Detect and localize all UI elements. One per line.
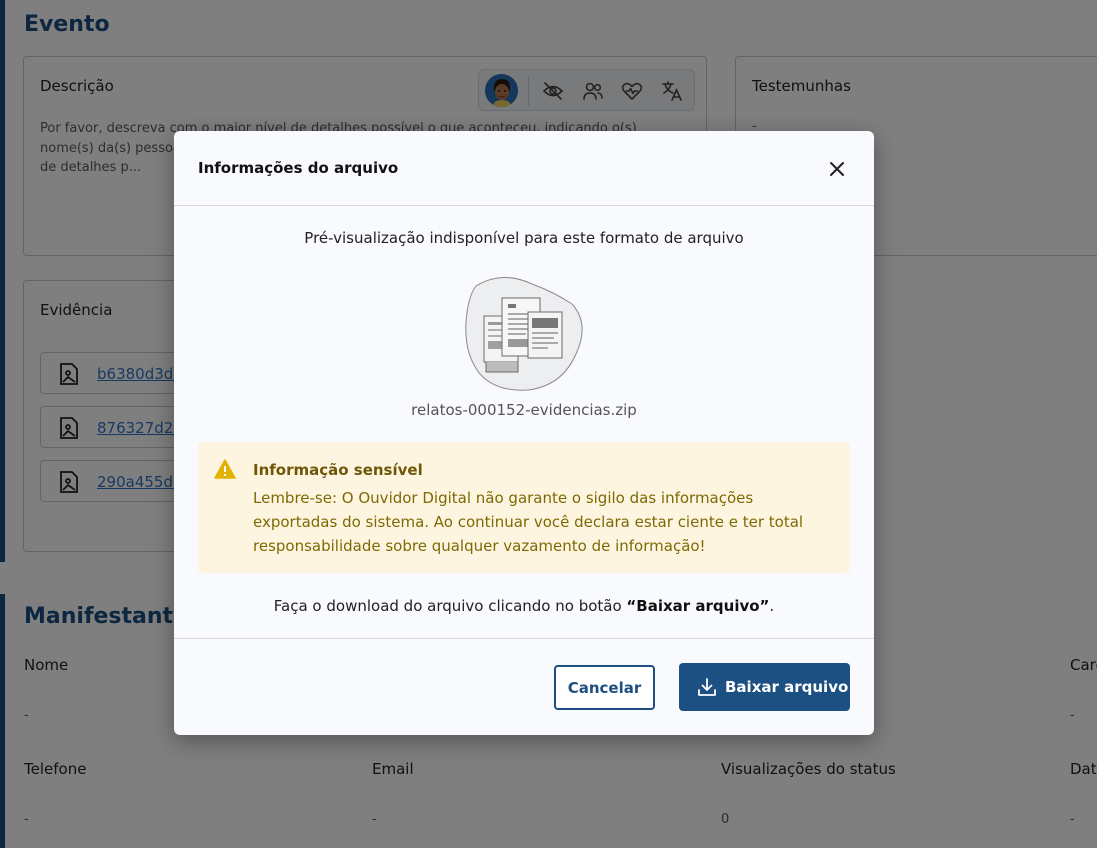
close-icon[interactable]: [824, 156, 850, 182]
modal-footer-divider: [174, 638, 874, 639]
preview-unavailable-text: Pré-visualização indisponível para este …: [304, 229, 744, 247]
download-text-bold: “Baixar arquivo”: [626, 597, 770, 615]
cancel-button[interactable]: Cancelar: [554, 665, 655, 710]
warning-icon: [214, 459, 236, 479]
download-button-label: Baixar arquivo: [725, 678, 849, 696]
download-instructions: Faça o download do arquivo clicando no b…: [174, 597, 874, 615]
alert-title: Informação sensível: [253, 461, 423, 479]
download-text-prefix: Faça o download do arquivo clicando no b…: [273, 597, 627, 615]
download-icon: [697, 677, 717, 697]
file-name: relatos-000152-evidencias.zip: [411, 401, 637, 419]
alert-body: Lembre-se: O Ouvidor Digital não garante…: [253, 489, 804, 555]
modal-header-divider: [174, 205, 874, 206]
sensitive-info-alert: Informação sensível Lembre-se: O Ouvidor…: [198, 442, 850, 573]
file-info-modal: Informações do arquivo Pré-visualização …: [174, 131, 874, 735]
download-text-suffix: .: [769, 597, 775, 615]
modal-title: Informações do arquivo: [198, 159, 399, 177]
documents-illustration: [462, 276, 586, 392]
download-button[interactable]: Baixar arquivo: [679, 663, 850, 711]
